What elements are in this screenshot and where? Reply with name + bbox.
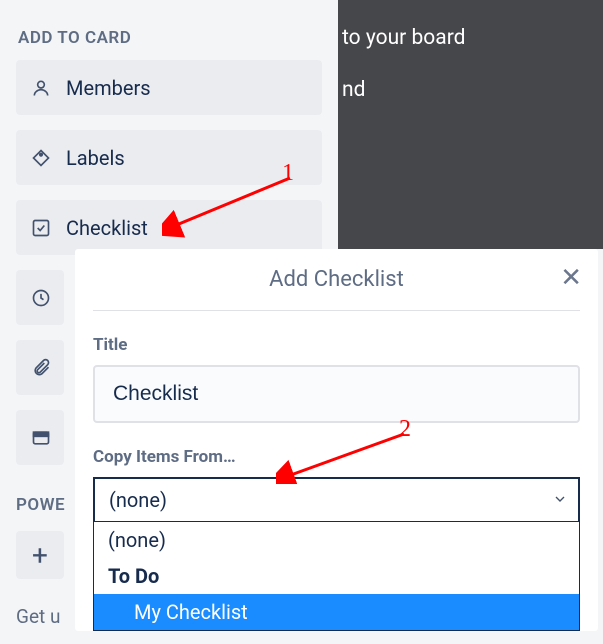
labels-button[interactable]: Labels bbox=[16, 130, 322, 185]
members-label: Members bbox=[66, 76, 151, 100]
chevron-down-icon bbox=[552, 488, 568, 512]
labels-label: Labels bbox=[66, 146, 125, 170]
sidebar-header: ADD TO CARD bbox=[16, 28, 322, 48]
dropdown-option-none[interactable]: (none) bbox=[94, 522, 579, 558]
dates-button[interactable] bbox=[16, 270, 64, 325]
cover-icon bbox=[30, 427, 52, 449]
checkbox-icon bbox=[30, 217, 52, 239]
attachment-icon bbox=[30, 357, 52, 379]
person-icon bbox=[30, 77, 52, 99]
add-powerup-button[interactable]: + bbox=[16, 531, 64, 579]
select-value: (none) bbox=[109, 488, 167, 512]
copy-from-dropdown: (none) To Do My Checklist bbox=[93, 521, 580, 631]
attachment-button[interactable] bbox=[16, 340, 64, 395]
title-input[interactable] bbox=[93, 365, 580, 423]
bg-text-line1: to your board bbox=[342, 26, 603, 50]
popover-header: Add Checklist ✕ bbox=[93, 267, 580, 311]
checklist-label: Checklist bbox=[66, 216, 148, 240]
copy-from-select[interactable]: (none) bbox=[93, 477, 580, 521]
checklist-button[interactable]: Checklist bbox=[16, 200, 322, 255]
clock-icon bbox=[30, 287, 52, 309]
dropdown-option-todo[interactable]: To Do bbox=[94, 558, 579, 594]
popover-title: Add Checklist bbox=[269, 267, 404, 292]
add-checklist-popover: Add Checklist ✕ Title Copy Items From… (… bbox=[75, 249, 598, 631]
label-icon bbox=[30, 147, 52, 169]
copy-from-label: Copy Items From… bbox=[93, 447, 580, 467]
plus-icon: + bbox=[32, 539, 48, 572]
cover-button[interactable] bbox=[16, 410, 64, 465]
title-field-label: Title bbox=[93, 335, 580, 355]
card-back-overlay: to your board nd bbox=[338, 0, 603, 249]
members-button[interactable]: Members bbox=[16, 60, 322, 115]
dropdown-option-my-checklist[interactable]: My Checklist bbox=[94, 594, 579, 630]
close-icon[interactable]: ✕ bbox=[560, 265, 582, 291]
bg-text-line2: nd bbox=[342, 78, 603, 102]
